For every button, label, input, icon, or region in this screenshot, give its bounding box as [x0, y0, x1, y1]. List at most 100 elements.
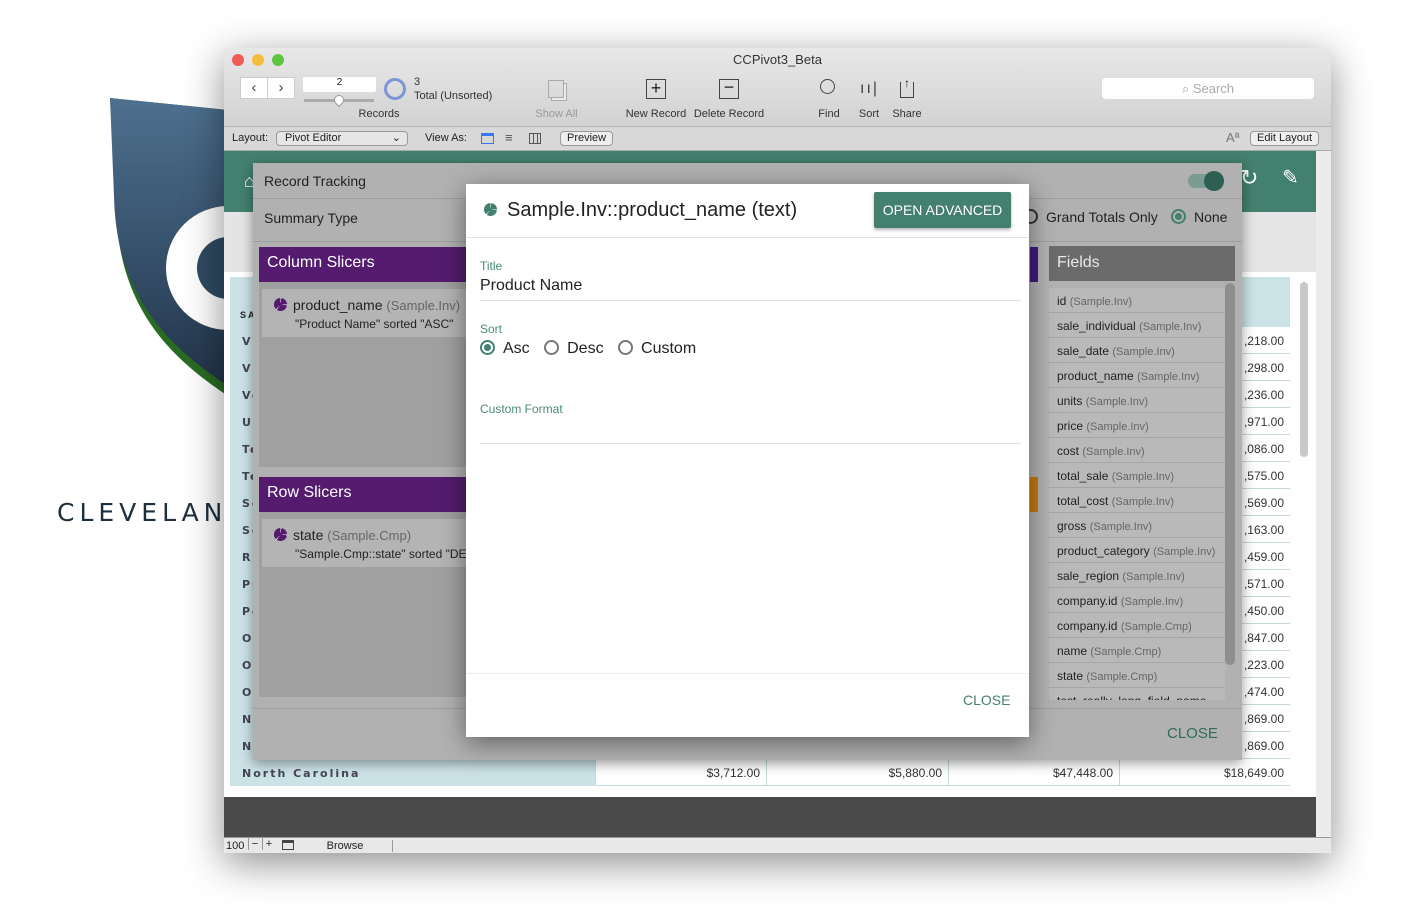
new-record-button[interactable]: New Record [624, 108, 688, 120]
slicer-description: "Product Name" sorted "ASC" [295, 317, 454, 331]
zoom-level[interactable]: 100 [226, 840, 244, 852]
orange-strip [1030, 477, 1038, 512]
field-table: (Sample.Cmp) [1120, 621, 1192, 633]
field-table: (Sample.Inv) [1139, 321, 1202, 333]
field-name: test_really_long_field_name [1057, 694, 1206, 700]
column-slicers: Column Slicers product_name (Sample.Inv)… [259, 247, 472, 467]
record-number-input[interactable]: 2 [303, 77, 376, 92]
zoom-out-icon[interactable]: − [248, 838, 261, 850]
record-slider-thumb[interactable] [331, 92, 347, 108]
field-item[interactable]: price (Sample.Inv) [1049, 413, 1225, 438]
mode-indicator[interactable]: Browse [298, 840, 393, 852]
edit-layout-button[interactable]: Edit Layout [1250, 131, 1320, 146]
field-item[interactable]: sale_individual (Sample.Inv) [1049, 313, 1225, 338]
refresh-icon[interactable]: ↻ [1240, 165, 1258, 191]
field-item[interactable]: product_name (Sample.Inv) [1049, 363, 1225, 388]
none-label: None [1194, 209, 1228, 225]
field-name: cost [1057, 444, 1080, 458]
field-name: sale_individual [1057, 319, 1136, 333]
table-row: North Carolina $3,712.00 $5,880.00 $47,448.… [230, 759, 1290, 786]
sort-label: Sort [480, 322, 503, 336]
delete-record-button[interactable]: Delete Record [692, 108, 766, 120]
table-scrollbar[interactable] [1300, 282, 1308, 457]
share-button[interactable]: Share [889, 108, 925, 120]
field-table: (Sample.Inv) [1085, 396, 1149, 408]
toolbar: CCPivot3_Beta ‹ › 2 Records 3 Total (Uns… [224, 48, 1331, 127]
list-view-icon[interactable]: ≡ [505, 130, 513, 145]
custom-format-label: Custom Format [480, 402, 563, 416]
preview-button[interactable]: Preview [560, 131, 614, 146]
cell-value: $47,448.00 [948, 759, 1119, 786]
row-label: North Carolina [230, 759, 595, 786]
layout-bar: Layout: Pivot Editor ⌄ View As: ≡ Preview… [224, 127, 1331, 151]
panel-close-button[interactable]: CLOSE [1167, 725, 1218, 742]
fields-list: id (Sample.Inv) sale_individual (Sample.I… [1049, 288, 1225, 700]
open-advanced-button[interactable]: OPEN ADVANCED [874, 192, 1011, 228]
field-item[interactable]: total_cost (Sample.Inv) [1049, 488, 1225, 513]
field-item[interactable]: name (Sample.Cmp) [1049, 638, 1225, 663]
sort-icon[interactable]: ıı| [860, 80, 879, 98]
next-record-button[interactable]: › [267, 77, 295, 99]
edit-pencil-icon[interactable]: ✎ [1282, 165, 1299, 190]
column-slicer-item[interactable]: product_name (Sample.Inv) "Product Name" … [262, 289, 472, 337]
records-label: Records [358, 108, 400, 120]
title-field-label: Title [480, 259, 503, 273]
find-button[interactable]: Find [814, 108, 844, 120]
sort-button[interactable]: Sort [854, 108, 884, 120]
text-format-icon[interactable]: Aª [1226, 130, 1239, 145]
delete-record-icon[interactable]: − [719, 78, 739, 99]
sort-asc-radio[interactable]: Asc [480, 340, 530, 357]
slicer-settings-dialog: Sample.Inv::product_name (text) OPEN ADV… [466, 184, 1029, 737]
field-name: state [1057, 669, 1084, 683]
summary-none-radio[interactable]: None [1171, 209, 1227, 225]
summary-grand-totals-radio[interactable]: Grand Totals Only [1023, 209, 1158, 225]
toggle-toolbar-icon[interactable] [282, 840, 294, 850]
field-name: name [1057, 644, 1088, 658]
field-item[interactable]: product_category (Sample.Inv) [1049, 538, 1225, 563]
field-table: (Sample.Inv) [1153, 546, 1216, 558]
field-item[interactable]: sale_region (Sample.Inv) [1049, 563, 1225, 588]
previous-record-button[interactable]: ‹ [240, 77, 268, 99]
field-item[interactable]: company.id (Sample.Cmp) [1049, 613, 1225, 638]
layout-select[interactable]: Pivot Editor ⌄ [276, 131, 408, 146]
field-item[interactable]: test_really_long_field_name [1049, 688, 1225, 700]
field-item[interactable]: units (Sample.Inv) [1049, 388, 1225, 413]
find-icon[interactable] [820, 79, 835, 94]
field-item[interactable]: cost (Sample.Inv) [1049, 438, 1225, 463]
field-item[interactable]: gross (Sample.Inv) [1049, 513, 1225, 538]
show-all-button[interactable]: Show All [529, 108, 584, 120]
show-all-icon [548, 80, 564, 98]
dialog-close-button[interactable]: CLOSE [963, 692, 1010, 708]
field-item[interactable]: total_sale (Sample.Inv) [1049, 463, 1225, 488]
zoom-in-icon[interactable]: + [262, 838, 275, 850]
field-name: units [1057, 394, 1083, 408]
footer-band [224, 797, 1316, 837]
field-table: (Sample.Inv) [1111, 496, 1175, 508]
fields-header: Fields [1049, 246, 1235, 281]
field-item[interactable]: state (Sample.Cmp) [1049, 663, 1225, 688]
view-as-label: View As: [425, 132, 467, 144]
status-bar: 100 − + Browse [224, 837, 1331, 853]
new-record-icon[interactable]: + [646, 79, 666, 99]
sort-custom-radio[interactable]: Custom [618, 340, 696, 357]
layout-label: Layout: [232, 132, 269, 144]
field-name: gross [1057, 519, 1087, 533]
sort-desc-radio[interactable]: Desc [544, 340, 604, 357]
fields-scrollbar[interactable] [1225, 283, 1235, 665]
share-icon[interactable]: ↑ [900, 77, 914, 98]
field-item[interactable]: company.id (Sample.Inv) [1049, 588, 1225, 613]
title-field[interactable]: Product Name [480, 277, 1021, 301]
field-item[interactable]: sale_date (Sample.Inv) [1049, 338, 1225, 363]
record-tracking-toggle[interactable] [1188, 171, 1224, 191]
field-item[interactable]: id (Sample.Inv) [1049, 288, 1225, 313]
search-input[interactable]: ⌕ Search [1102, 78, 1314, 99]
form-view-icon[interactable] [481, 133, 494, 144]
layout-select-value: Pivot Editor [285, 132, 342, 144]
table-view-icon[interactable] [529, 133, 541, 144]
field-table: (Sample.Cmp) [1086, 671, 1158, 683]
pie-chart-icon [274, 528, 287, 541]
field-name: price [1057, 419, 1084, 433]
field-table: (Sample.Inv) [1120, 596, 1184, 608]
row-slicer-item[interactable]: state (Sample.Cmp) "Sample.Cmp::state" so… [262, 519, 472, 567]
custom-format-field[interactable] [480, 420, 1021, 444]
